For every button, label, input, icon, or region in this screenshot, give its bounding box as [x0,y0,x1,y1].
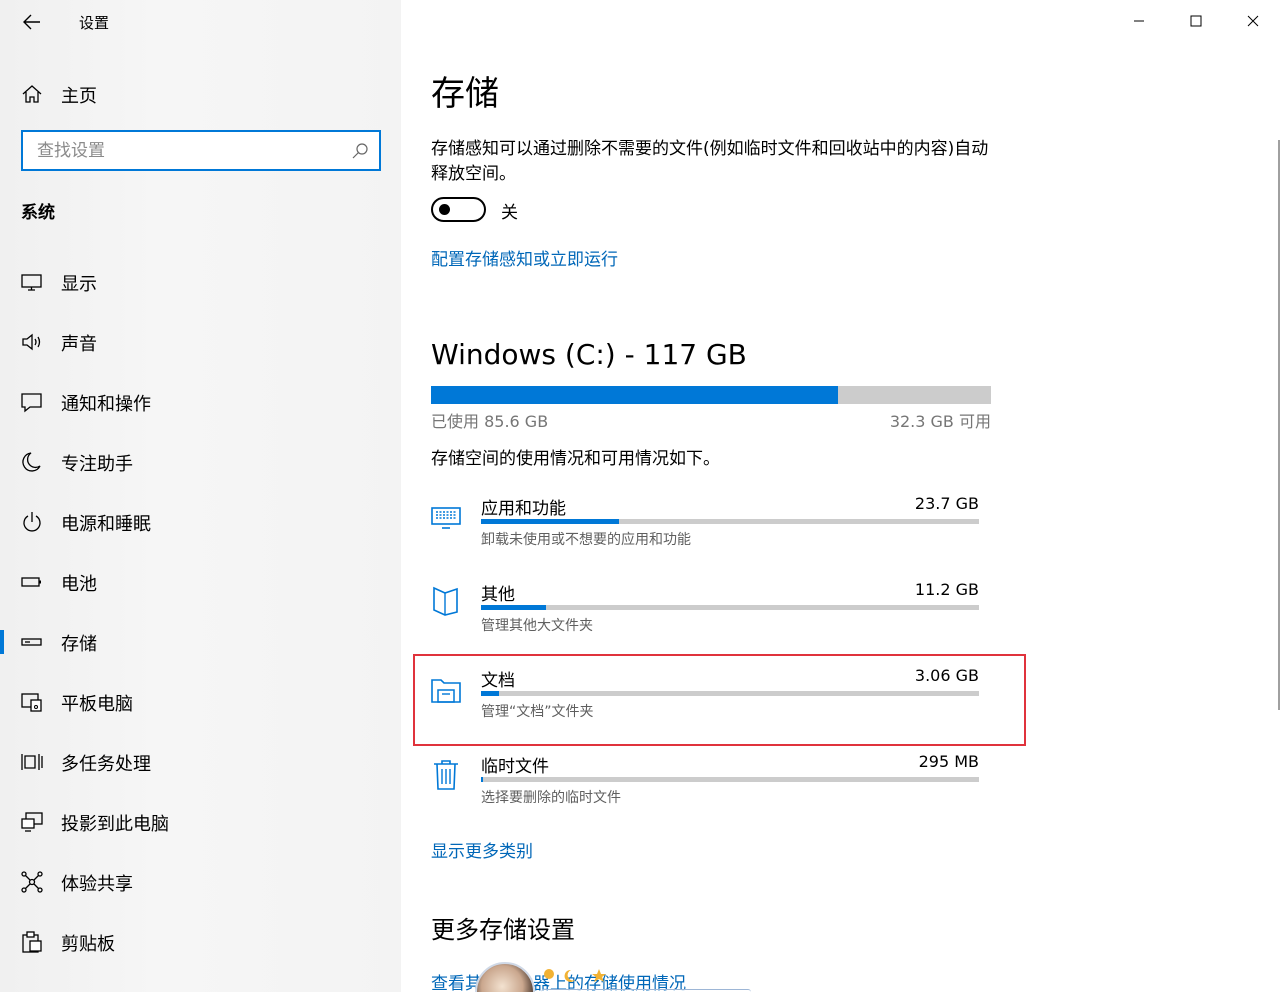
minimize-button[interactable] [1110,0,1167,42]
notification-icon [21,393,42,413]
toggle-knob [439,204,450,215]
sidebar-item-storage[interactable]: 存储 [0,612,401,672]
home-button[interactable]: 主页 [0,74,401,114]
configure-storage-sense-link[interactable]: 配置存储感知或立即运行 [431,245,618,270]
search-input[interactable] [23,132,343,169]
sidebar-item-display[interactable]: 显示 [0,252,401,312]
free-space: 32.3 GB 可用 [889,412,991,431]
category-bar [481,777,979,782]
apps-icon [431,507,461,529]
drive-icon [21,638,42,646]
project-icon [21,812,43,832]
storage-sense-toggle[interactable] [431,197,486,222]
used-space: 已使用 85.6 GB [431,412,549,431]
sidebar-item-label: 剪贴板 [61,934,115,955]
category-other[interactable]: 其他 11.2 GB 管理其他大文件夹 [431,580,991,650]
power-icon [23,512,41,532]
back-arrow-icon [23,14,40,30]
page-title: 存储 [431,74,499,114]
sidebar-item-sound[interactable]: 声音 [0,312,401,372]
maximize-icon [1190,15,1201,27]
minimize-icon [1133,20,1144,22]
search-box [21,130,381,171]
category-bar [481,519,979,524]
speaker-icon [22,333,41,351]
category-subtitle: 选择要删除的临时文件 [481,790,621,806]
sidebar-item-label: 通知和操作 [61,394,151,415]
share-icon [21,871,43,893]
app-title: 设置 [79,14,110,32]
category-size: 23.7 GB [914,494,979,513]
sidebar-item-clipboard[interactable]: 剪贴板 [0,912,401,972]
category-size: 11.2 GB [914,580,979,599]
back-button[interactable] [18,8,46,36]
usage-description: 存储空间的使用情况和可用情况如下。 [431,449,720,469]
decoration-sticker-icon [544,969,606,982]
section-title: 系统 [21,203,55,223]
toggle-state-label: 关 [501,203,518,223]
sidebar-item-tablet[interactable]: 平板电脑 [0,672,401,732]
sidebar-item-label: 存储 [61,634,97,655]
category-bar-fill [481,777,483,782]
sidebar-item-battery[interactable]: 电池 [0,552,401,612]
nav-list: 显示 声音 通知和操作 专注助手 电源和睡眠 电池 存储 平板电脑 多任务处理 … [0,252,401,972]
sidebar-item-focus-assist[interactable]: 专注助手 [0,432,401,492]
multitask-icon [21,754,43,770]
drive-usage-bar [431,386,991,404]
moon-icon [22,452,41,472]
sidebar-item-label: 显示 [61,274,97,295]
category-subtitle: 管理其他大文件夹 [481,618,593,634]
sidebar-item-multitasking[interactable]: 多任务处理 [0,732,401,792]
category-subtitle: 卸载未使用或不想要的应用和功能 [481,532,691,548]
clipboard-icon [22,931,42,953]
other-folder-icon [433,586,458,616]
sidebar-item-label: 平板电脑 [61,694,133,715]
category-name: 应用和功能 [481,499,566,519]
home-label: 主页 [61,86,97,107]
show-more-categories-link[interactable]: 显示更多类别 [431,837,533,862]
battery-icon [21,577,41,587]
category-bar [481,605,979,610]
monitor-icon [21,274,42,291]
sidebar-item-notifications[interactable]: 通知和操作 [0,372,401,432]
category-apps[interactable]: 应用和功能 23.7 GB 卸载未使用或不想要的应用和功能 [431,494,991,564]
category-name: 临时文件 [481,757,549,777]
sidebar-item-shared-experiences[interactable]: 体验共享 [0,852,401,912]
search-icon[interactable] [350,141,370,161]
sidebar-item-label: 体验共享 [61,874,133,895]
category-bar-fill [481,519,619,524]
trash-icon [434,760,458,790]
home-icon [22,85,42,103]
sidebar-item-project[interactable]: 投影到此电脑 [0,792,401,852]
category-bar-fill [481,605,547,610]
sidebar: 设置 主页 系统 显示 声音 通知和操作 专注助手 电源和睡眠 [0,0,401,992]
tablet-icon [21,693,42,712]
sidebar-item-label: 声音 [61,334,97,355]
drive-title: Windows (C:) - 117 GB [431,338,747,371]
main-content: 存储 存储感知可以通过删除不需要的文件(例如临时文件和回收站中的内容)自动释放空… [401,0,1282,992]
sidebar-item-label: 电池 [61,574,97,595]
scrollbar[interactable] [1278,140,1280,710]
title-bar: 设置 [0,0,401,42]
more-storage-settings-title: 更多存储设置 [431,916,575,944]
sidebar-item-label: 投影到此电脑 [61,814,169,835]
close-button[interactable] [1224,0,1281,42]
category-temp-files[interactable]: 临时文件 295 MB 选择要删除的临时文件 [431,752,991,822]
category-size: 295 MB [918,752,979,771]
drive-usage-fill [431,386,838,404]
highlight-box [413,654,1026,746]
close-icon [1247,15,1258,27]
sidebar-item-power[interactable]: 电源和睡眠 [0,492,401,552]
storage-sense-description: 存储感知可以通过删除不需要的文件(例如临时文件和回收站中的内容)自动释放空间。 [431,139,989,184]
category-name: 其他 [481,585,515,605]
maximize-button[interactable] [1167,0,1224,42]
sidebar-item-label: 多任务处理 [61,754,151,775]
sidebar-item-label: 专注助手 [61,454,133,475]
sidebar-item-label: 电源和睡眠 [61,514,151,535]
avatar [475,962,535,992]
